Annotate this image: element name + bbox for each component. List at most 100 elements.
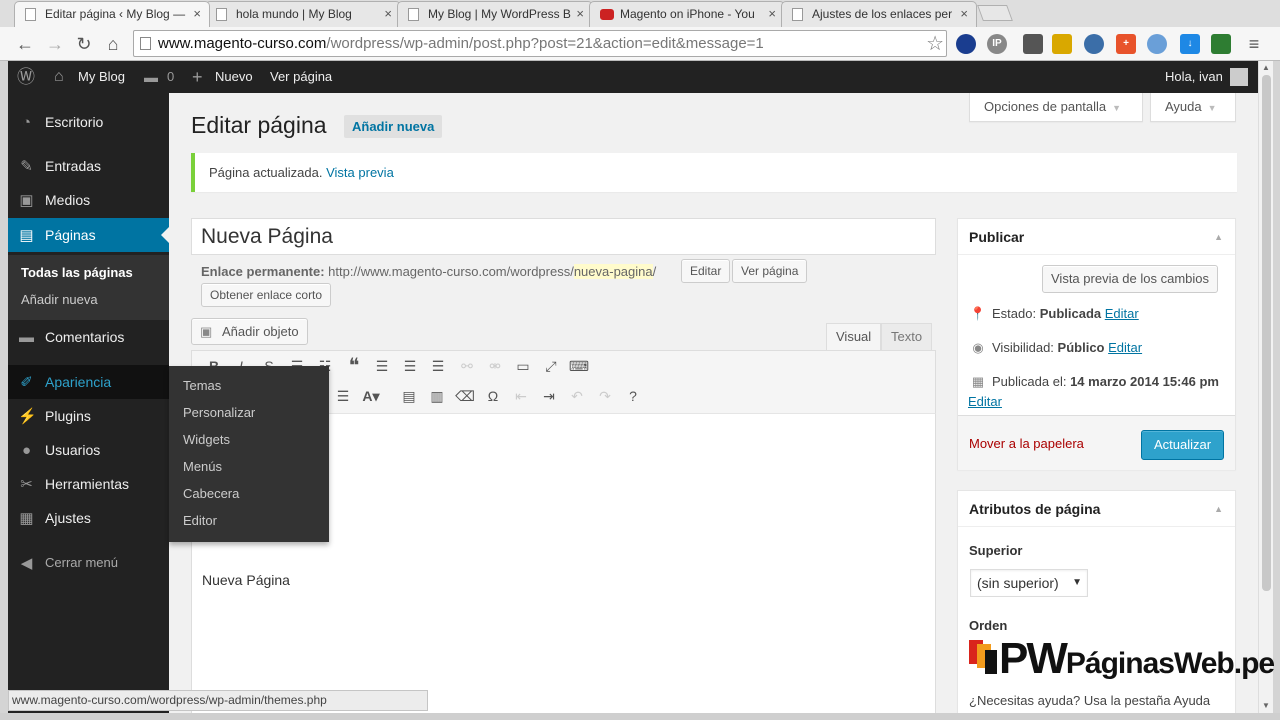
close-icon[interactable]: × [193,6,201,21]
special-char-icon[interactable]: Ω [482,385,504,407]
submenu-all-pages[interactable]: Todas las páginas [21,265,133,280]
browser-tab-3[interactable]: My Blog | My WordPress B × [397,1,593,27]
publish-box-title[interactable]: Publicar ▲ [958,219,1235,255]
sidebar-item-ajustes[interactable]: ▦ Ajustes [8,501,169,535]
toggle-arrow-icon[interactable]: ▲ [1214,491,1223,527]
sidebar-item-entradas[interactable]: ✎ Entradas [8,149,169,183]
new-content-link[interactable]: Nuevo [215,61,253,93]
edit-visibility-link[interactable]: Editar [1108,340,1142,355]
close-icon[interactable]: × [768,6,776,21]
avatar[interactable] [1230,68,1248,86]
paste-word-icon[interactable]: ▥ [426,385,448,407]
tab-visual[interactable]: Visual [826,323,882,351]
attributes-box-title[interactable]: Atributos de página ▲ [958,491,1235,527]
browser-tab-4[interactable]: Magento on iPhone - You × [589,1,785,27]
home-icon[interactable]: ⌂ [102,33,124,55]
screen-options-button[interactable]: Opciones de pantalla ▼ [969,93,1143,122]
move-to-trash-link[interactable]: Mover a la papelera [969,436,1084,451]
blockquote-icon[interactable]: ❝ [343,355,365,377]
keyboard-icon[interactable]: ⌨ [568,355,590,377]
address-bar[interactable]: www.magento-curso.com/wordpress/wp-admin… [133,30,947,57]
close-icon[interactable]: × [384,6,392,21]
close-icon[interactable]: × [960,6,968,21]
align-center-icon[interactable]: ☰ [399,355,421,377]
user-greeting[interactable]: Hola, ivan [1165,61,1223,93]
extension-icon[interactable] [1211,34,1231,54]
paste-text-icon[interactable]: ▤ [398,385,420,407]
ip-extension-icon[interactable]: IP [987,34,1007,54]
site-name-link[interactable]: My Blog [78,61,125,93]
scroll-up-icon[interactable]: ▲ [1262,63,1270,72]
clear-format-icon[interactable]: ⌫ [454,385,476,407]
new-tab-button[interactable] [977,5,1013,21]
fullscreen-icon[interactable]: ⤢ [540,355,562,377]
comments-count[interactable]: 0 [167,61,174,93]
eyedropper-icon[interactable] [1023,34,1043,54]
extension-icon[interactable] [1052,34,1072,54]
align-left-icon[interactable]: ☰ [371,355,393,377]
sidebar-item-usuarios[interactable]: ● Usuarios [8,433,169,467]
view-page-link[interactable]: Ver página [270,61,332,93]
scroll-down-icon[interactable]: ▼ [1262,701,1270,710]
post-title-input[interactable]: Nueva Página [191,218,936,255]
edit-permalink-button[interactable]: Editar [681,259,731,283]
add-media-button[interactable]: ▣ Añadir objeto [191,318,308,345]
sidebar-item-escritorio[interactable]: ◔ Escritorio [8,105,169,139]
help-button[interactable]: Ayuda ▼ [1150,93,1236,122]
close-icon[interactable]: × [576,6,584,21]
sidebar-item-paginas[interactable]: ▤ Páginas [8,218,169,252]
link-icon[interactable]: ⚯ [456,355,478,377]
reload-icon[interactable]: ↻ [73,33,95,55]
toggle-arrow-icon[interactable]: ▲ [1214,219,1223,255]
submenu-add-new[interactable]: Añadir nueva [21,292,98,307]
plus-extension-icon[interactable]: + [1116,34,1136,54]
flyout-item-widgets[interactable]: Widgets [183,432,230,447]
page-scrollbar[interactable]: ▲ ▼ [1258,61,1273,713]
tab-text[interactable]: Texto [881,323,933,351]
help-icon[interactable]: ? [622,385,644,407]
align-right-icon[interactable]: ☰ [427,355,449,377]
extension-icon[interactable] [1147,34,1167,54]
more-tag-icon[interactable]: ▭ [512,355,534,377]
forward-icon[interactable]: → [44,33,66,55]
get-shortlink-button[interactable]: Obtener enlace corto [201,283,332,307]
preview-changes-button[interactable]: Vista previa de los cambios [1042,265,1219,293]
add-new-button[interactable]: Añadir nueva [344,115,443,138]
edit-status-link[interactable]: Editar [1105,306,1139,321]
sidebar-item-herramientas[interactable]: ✂ Herramientas [8,467,169,501]
permalink-slug[interactable]: nueva-pagina [573,264,653,279]
browser-tab-2[interactable]: hola mundo | My Blog × [205,1,401,27]
sidebar-item-apariencia[interactable]: ✐ Apariencia [8,365,169,399]
scrollbar-thumb[interactable] [1262,75,1271,591]
outdent-icon[interactable]: ⇤ [510,385,532,407]
undo-icon[interactable]: ↶ [566,385,588,407]
comment-icon[interactable]: ▬ [144,61,158,93]
bookmark-star-icon[interactable]: ☆ [926,31,944,56]
update-button[interactable]: Actualizar [1141,430,1225,460]
flyout-item-cabecera[interactable]: Cabecera [183,486,239,501]
view-page-button[interactable]: Ver página [732,259,808,283]
indent-icon[interactable]: ⇥ [538,385,560,407]
flyout-item-editor[interactable]: Editor [183,513,217,528]
extension-icon[interactable] [956,34,976,54]
edit-date-link[interactable]: Editar [968,394,1002,409]
flyout-item-personalizar[interactable]: Personalizar [183,405,255,420]
download-icon[interactable]: ↓ [1180,34,1200,54]
preview-link[interactable]: Vista previa [326,165,394,180]
sidebar-item-comentarios[interactable]: ▬ Comentarios [8,320,169,354]
flyout-item-temas[interactable]: Temas [183,378,221,393]
browser-tab-5[interactable]: Ajustes de los enlaces per × [781,1,977,27]
justify-icon[interactable]: ☰ [332,385,354,407]
flyout-item-menus[interactable]: Menús [183,459,222,474]
redo-icon[interactable]: ↷ [594,385,616,407]
browser-tab-1[interactable]: Editar página ‹ My Blog — × [14,1,210,27]
back-icon[interactable]: ← [14,33,36,55]
menu-icon[interactable]: ≡ [1243,33,1265,55]
sidebar-item-medios[interactable]: ▣ Medios [8,183,169,217]
parent-select[interactable]: (sin superior) ▼ [970,569,1088,597]
collapse-menu-button[interactable]: ◀ Cerrar menú [8,546,169,580]
wordpress-logo-icon[interactable]: Ⓦ [17,61,35,93]
unlink-icon[interactable]: ⚮ [484,355,506,377]
text-color-icon[interactable]: A▾ [360,385,382,407]
wordpress-icon[interactable] [1084,34,1104,54]
